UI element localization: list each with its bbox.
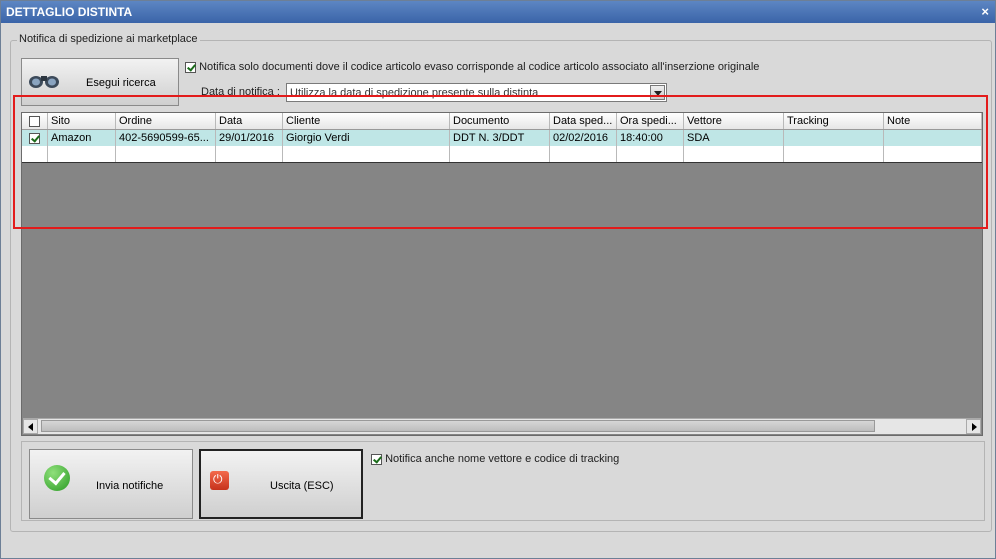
dettaglio-distinta-window: DETTAGLIO DISTINTA × Notifica di spedizi… (0, 0, 996, 559)
group-label: Notifica di spedizione ai marketplace (17, 33, 200, 45)
scroll-right-icon[interactable] (966, 419, 981, 434)
power-icon (210, 471, 229, 490)
window-title: DETTAGLIO DISTINTA (6, 5, 133, 19)
title-bar: DETTAGLIO DISTINTA × (1, 1, 995, 23)
scroll-left-icon[interactable] (23, 419, 38, 434)
send-notifications-label: Invia notifiche (96, 480, 164, 492)
highlight-box (13, 95, 988, 229)
tracking-label: Notifica anche nome vettore e codice di … (385, 453, 620, 465)
search-button-label: Esegui ricerca (86, 77, 156, 89)
match-code-label: Notifica solo documenti dove il codice a… (199, 61, 760, 73)
binoculars-icon (29, 76, 59, 88)
match-code-option[interactable]: Notifica solo documenti dove il codice a… (185, 61, 759, 73)
horizontal-scrollbar[interactable] (23, 418, 981, 434)
exit-button[interactable]: Uscita (ESC) (199, 449, 363, 519)
send-notifications-button[interactable]: Invia notifiche (29, 449, 193, 519)
match-code-checkbox[interactable] (185, 61, 196, 73)
close-icon[interactable]: × (981, 1, 989, 23)
tracking-checkbox[interactable] (371, 453, 382, 465)
tracking-option[interactable]: Notifica anche nome vettore e codice di … (371, 453, 619, 465)
scrollbar-thumb[interactable] (41, 420, 875, 432)
check-circle-icon (44, 465, 70, 491)
exit-button-label: Uscita (ESC) (270, 480, 334, 492)
